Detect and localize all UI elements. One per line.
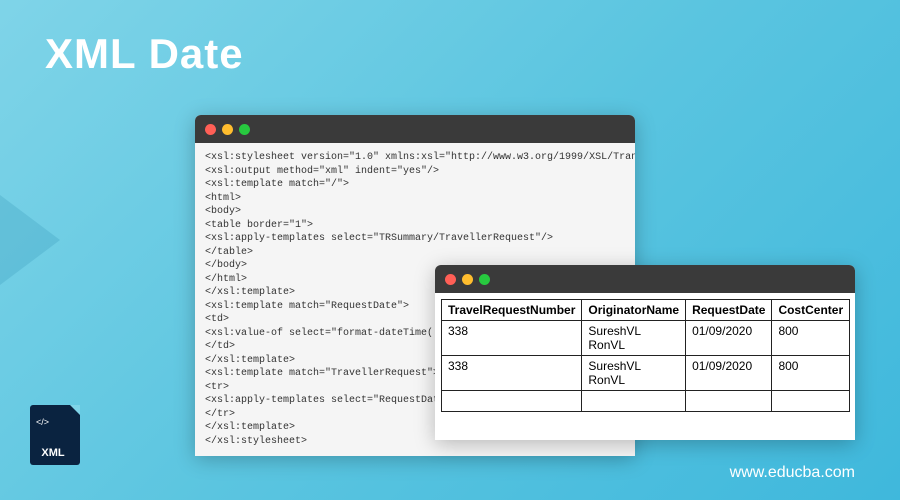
table-row: 338SureshVLRonVL01/09/2020800	[442, 356, 850, 391]
table-cell: SureshVLRonVL	[582, 356, 686, 391]
table-header: OriginatorName	[582, 300, 686, 321]
table-cell: 338	[442, 356, 582, 391]
xml-file-icon: </> XML	[30, 405, 85, 470]
table-cell	[686, 391, 772, 412]
table-cell	[442, 391, 582, 412]
footer-url: www.educba.com	[730, 464, 855, 482]
table-row	[442, 391, 850, 412]
table-cell: 01/09/2020	[686, 356, 772, 391]
table-row: 338SureshVLRonVL01/09/2020800	[442, 321, 850, 356]
table-header: RequestDate	[686, 300, 772, 321]
table-cell: 800	[772, 321, 850, 356]
table-window: TravelRequestNumberOriginatorNameRequest…	[435, 265, 855, 440]
background-arrow-decoration	[0, 140, 160, 340]
xml-icon-code: </>	[36, 417, 49, 427]
window-titlebar	[195, 115, 635, 143]
data-table: TravelRequestNumberOriginatorNameRequest…	[441, 299, 850, 412]
minimize-icon[interactable]	[462, 274, 473, 285]
table-content: TravelRequestNumberOriginatorNameRequest…	[435, 293, 855, 440]
minimize-icon[interactable]	[222, 124, 233, 135]
table-header: CostCenter	[772, 300, 850, 321]
xml-icon-label: XML	[30, 447, 76, 459]
maximize-icon[interactable]	[239, 124, 250, 135]
table-cell: SureshVLRonVL	[582, 321, 686, 356]
table-header: TravelRequestNumber	[442, 300, 582, 321]
table-cell: 800	[772, 356, 850, 391]
window-titlebar	[435, 265, 855, 293]
table-cell	[772, 391, 850, 412]
maximize-icon[interactable]	[479, 274, 490, 285]
table-cell	[582, 391, 686, 412]
close-icon[interactable]	[205, 124, 216, 135]
close-icon[interactable]	[445, 274, 456, 285]
table-cell: 338	[442, 321, 582, 356]
page-title: XML Date	[45, 30, 244, 78]
table-cell: 01/09/2020	[686, 321, 772, 356]
